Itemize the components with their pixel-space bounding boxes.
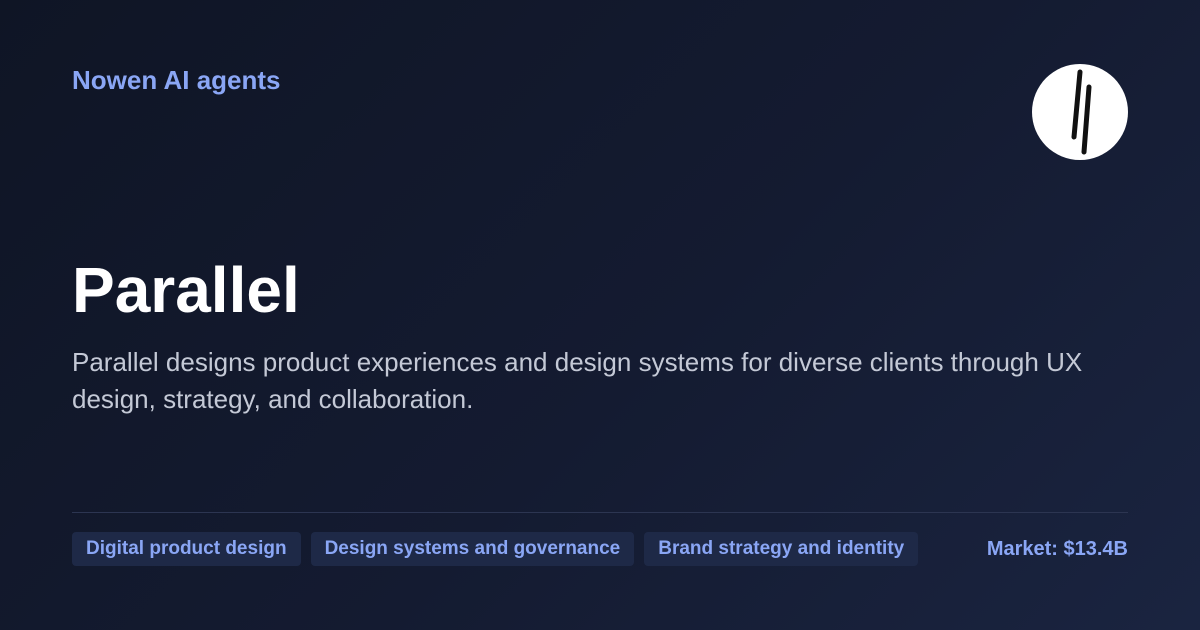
tag-brand-strategy: Brand strategy and identity xyxy=(644,532,919,566)
brand-name: Nowen AI agents xyxy=(72,65,281,95)
market-size: Market: $13.4B xyxy=(986,537,1128,560)
parallel-lines-icon xyxy=(1071,69,1092,155)
footer: Digital product design Design systems an… xyxy=(72,532,1128,566)
page-title: Parallel xyxy=(72,254,300,326)
og-card: Nowen AI agents Parallel Parallel design… xyxy=(0,0,1200,630)
tag-design-systems: Design systems and governance xyxy=(310,532,635,566)
tag-list: Digital product design Design systems an… xyxy=(72,532,919,566)
divider xyxy=(72,512,1128,513)
company-logo xyxy=(1032,64,1128,160)
company-description: Parallel designs product experiences and… xyxy=(72,347,1083,414)
tag-digital-product-design: Digital product design xyxy=(72,532,301,566)
